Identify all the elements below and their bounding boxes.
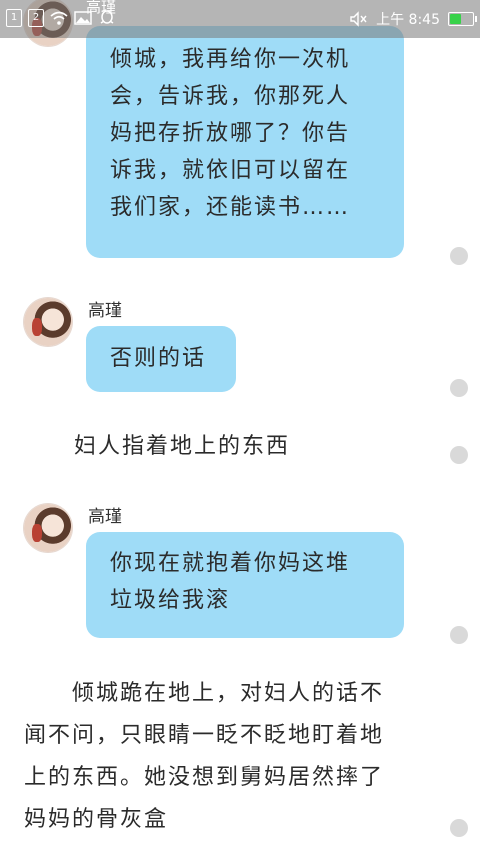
avatar[interactable] [24,504,72,552]
bubble-line: 妈把存折放哪了？你告 [110,121,351,146]
battery-icon [448,12,477,26]
sim2-icon: 2 [28,9,44,27]
paragraph-comment-dot[interactable] [450,446,468,464]
bubble-line: 诉我，就依旧可以留在 [110,158,351,183]
avatar[interactable] [24,298,72,346]
wifi-icon [50,11,68,25]
chat-bubble[interactable]: 你现在就抱着你妈这堆 垃圾给我滚 [86,532,404,638]
narration-text: 妇人指着地上的东西 [74,426,290,468]
bubble-line: 我们家，还能读书…… [110,195,351,220]
paragraph-comment-dot[interactable] [450,626,468,644]
speaker-name: 高瑾 [88,301,122,321]
narration-line: 倾城跪在地上，对妇人的话不 [24,681,385,706]
paragraph-comment-dot[interactable] [450,819,468,837]
narration-line: 妇人指着地上的东西 [74,434,291,459]
bubble-line: 垃圾给我滚 [110,588,231,613]
bubble-line: 会，告诉我，你那死人 [110,84,351,109]
narration-line: 上的东西。她没想到舅妈居然摔了 [24,765,385,790]
image-icon [74,11,92,25]
chat-bubble[interactable]: 否则的话 [86,326,236,392]
narration-line: 闻不问，只眼睛一眨不眨地盯着地 [24,723,385,748]
chat-bubble[interactable]: 倾城，我再给你一次机 会，告诉我，你那死人 妈把存折放哪了？你告 诉我，就依旧可… [86,26,404,258]
status-bar: 高瑾 1 2 上午 8:45 [0,0,480,38]
bubble-line: 否则的话 [110,346,207,371]
paragraph-comment-dot[interactable] [450,247,468,265]
paragraph-comment-dot[interactable] [450,379,468,397]
mute-icon [350,11,367,27]
sim1-icon: 1 [6,9,22,27]
clock: 上午 8:45 [376,12,440,28]
narration-text: 倾城跪在地上，对妇人的话不 闻不问，只眼睛一眨不眨地盯着地 上的东西。她没想到舅… [24,673,424,841]
bubble-line: 倾城，我再给你一次机 [110,47,351,72]
bubble-line: 你现在就抱着你妈这堆 [110,551,351,576]
speaker-name: 高瑾 [88,507,122,527]
narration-line: 妈妈的骨灰盒 [24,807,169,832]
qq-icon [100,10,114,24]
